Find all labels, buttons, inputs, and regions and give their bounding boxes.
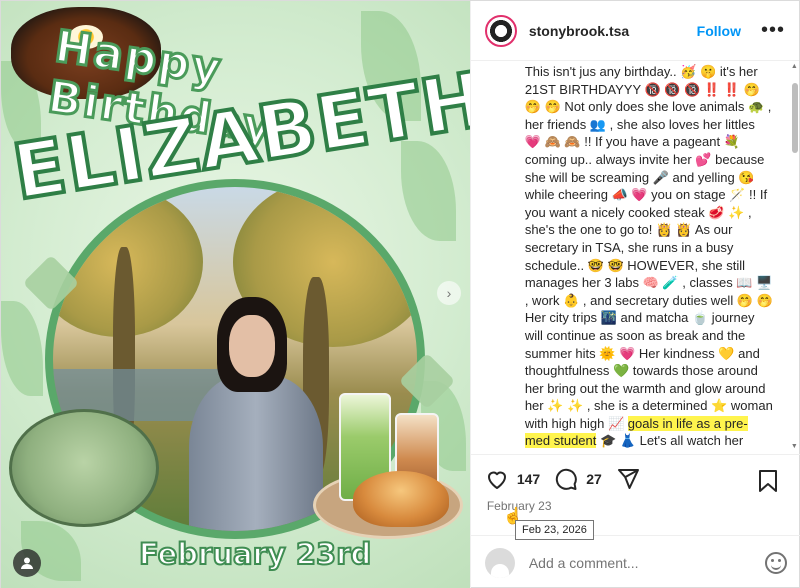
date-banner: February 23rd bbox=[138, 536, 372, 572]
caption-body: This isn't jus any birthday.. 🥳 🤫 it's h… bbox=[524, 64, 773, 431]
post-header: stonybrook.tsa Follow ••• bbox=[470, 1, 799, 61]
action-bar: 147 27 bbox=[485, 467, 654, 491]
person bbox=[181, 297, 331, 531]
post-dialog: Happy Birthday ELIZABETH! February 23rd … bbox=[0, 0, 800, 588]
post-sidebar: stonybrook.tsa Follow ••• This isn't jus… bbox=[469, 1, 800, 588]
caption-text: This isn't jus any birthday.. 🥳 🤫 it's h… bbox=[471, 61, 800, 450]
comment-input[interactable] bbox=[528, 554, 729, 571]
comment-icon[interactable] bbox=[554, 467, 578, 491]
person-icon[interactable] bbox=[13, 549, 41, 577]
turtle-illustration bbox=[9, 409, 159, 527]
smiley-icon[interactable] bbox=[764, 551, 787, 574]
more-horizontal-icon[interactable]: ••• bbox=[761, 19, 785, 42]
scrollbar-thumb[interactable] bbox=[791, 83, 798, 153]
comment-bar bbox=[470, 535, 800, 588]
post-image[interactable]: Happy Birthday ELIZABETH! February 23rd … bbox=[1, 1, 470, 588]
chevron-right-icon[interactable]: › bbox=[437, 281, 461, 305]
send-icon[interactable] bbox=[616, 467, 640, 491]
like-count[interactable]: 147 bbox=[517, 471, 540, 487]
scroll-down-icon[interactable]: ▼ bbox=[791, 443, 798, 450]
profile-avatar[interactable] bbox=[484, 14, 517, 47]
username-link[interactable]: stonybrook.tsa bbox=[529, 23, 629, 39]
croissant-illustration bbox=[353, 471, 449, 527]
scroll-up-icon[interactable]: ▲ bbox=[791, 63, 798, 70]
heart-icon[interactable] bbox=[485, 467, 509, 491]
bookmark-icon[interactable] bbox=[757, 469, 779, 493]
date-tooltip: Feb 23, 2026 bbox=[515, 520, 594, 540]
current-user-avatar bbox=[484, 547, 515, 578]
caption-scroll-area[interactable]: This isn't jus any birthday.. 🥳 🤫 it's h… bbox=[470, 61, 800, 455]
comment-count[interactable]: 27 bbox=[586, 471, 602, 487]
caption-tail: 🎓 👗 Let's all watch her bbox=[596, 433, 744, 449]
follow-button[interactable]: Follow bbox=[697, 23, 741, 39]
